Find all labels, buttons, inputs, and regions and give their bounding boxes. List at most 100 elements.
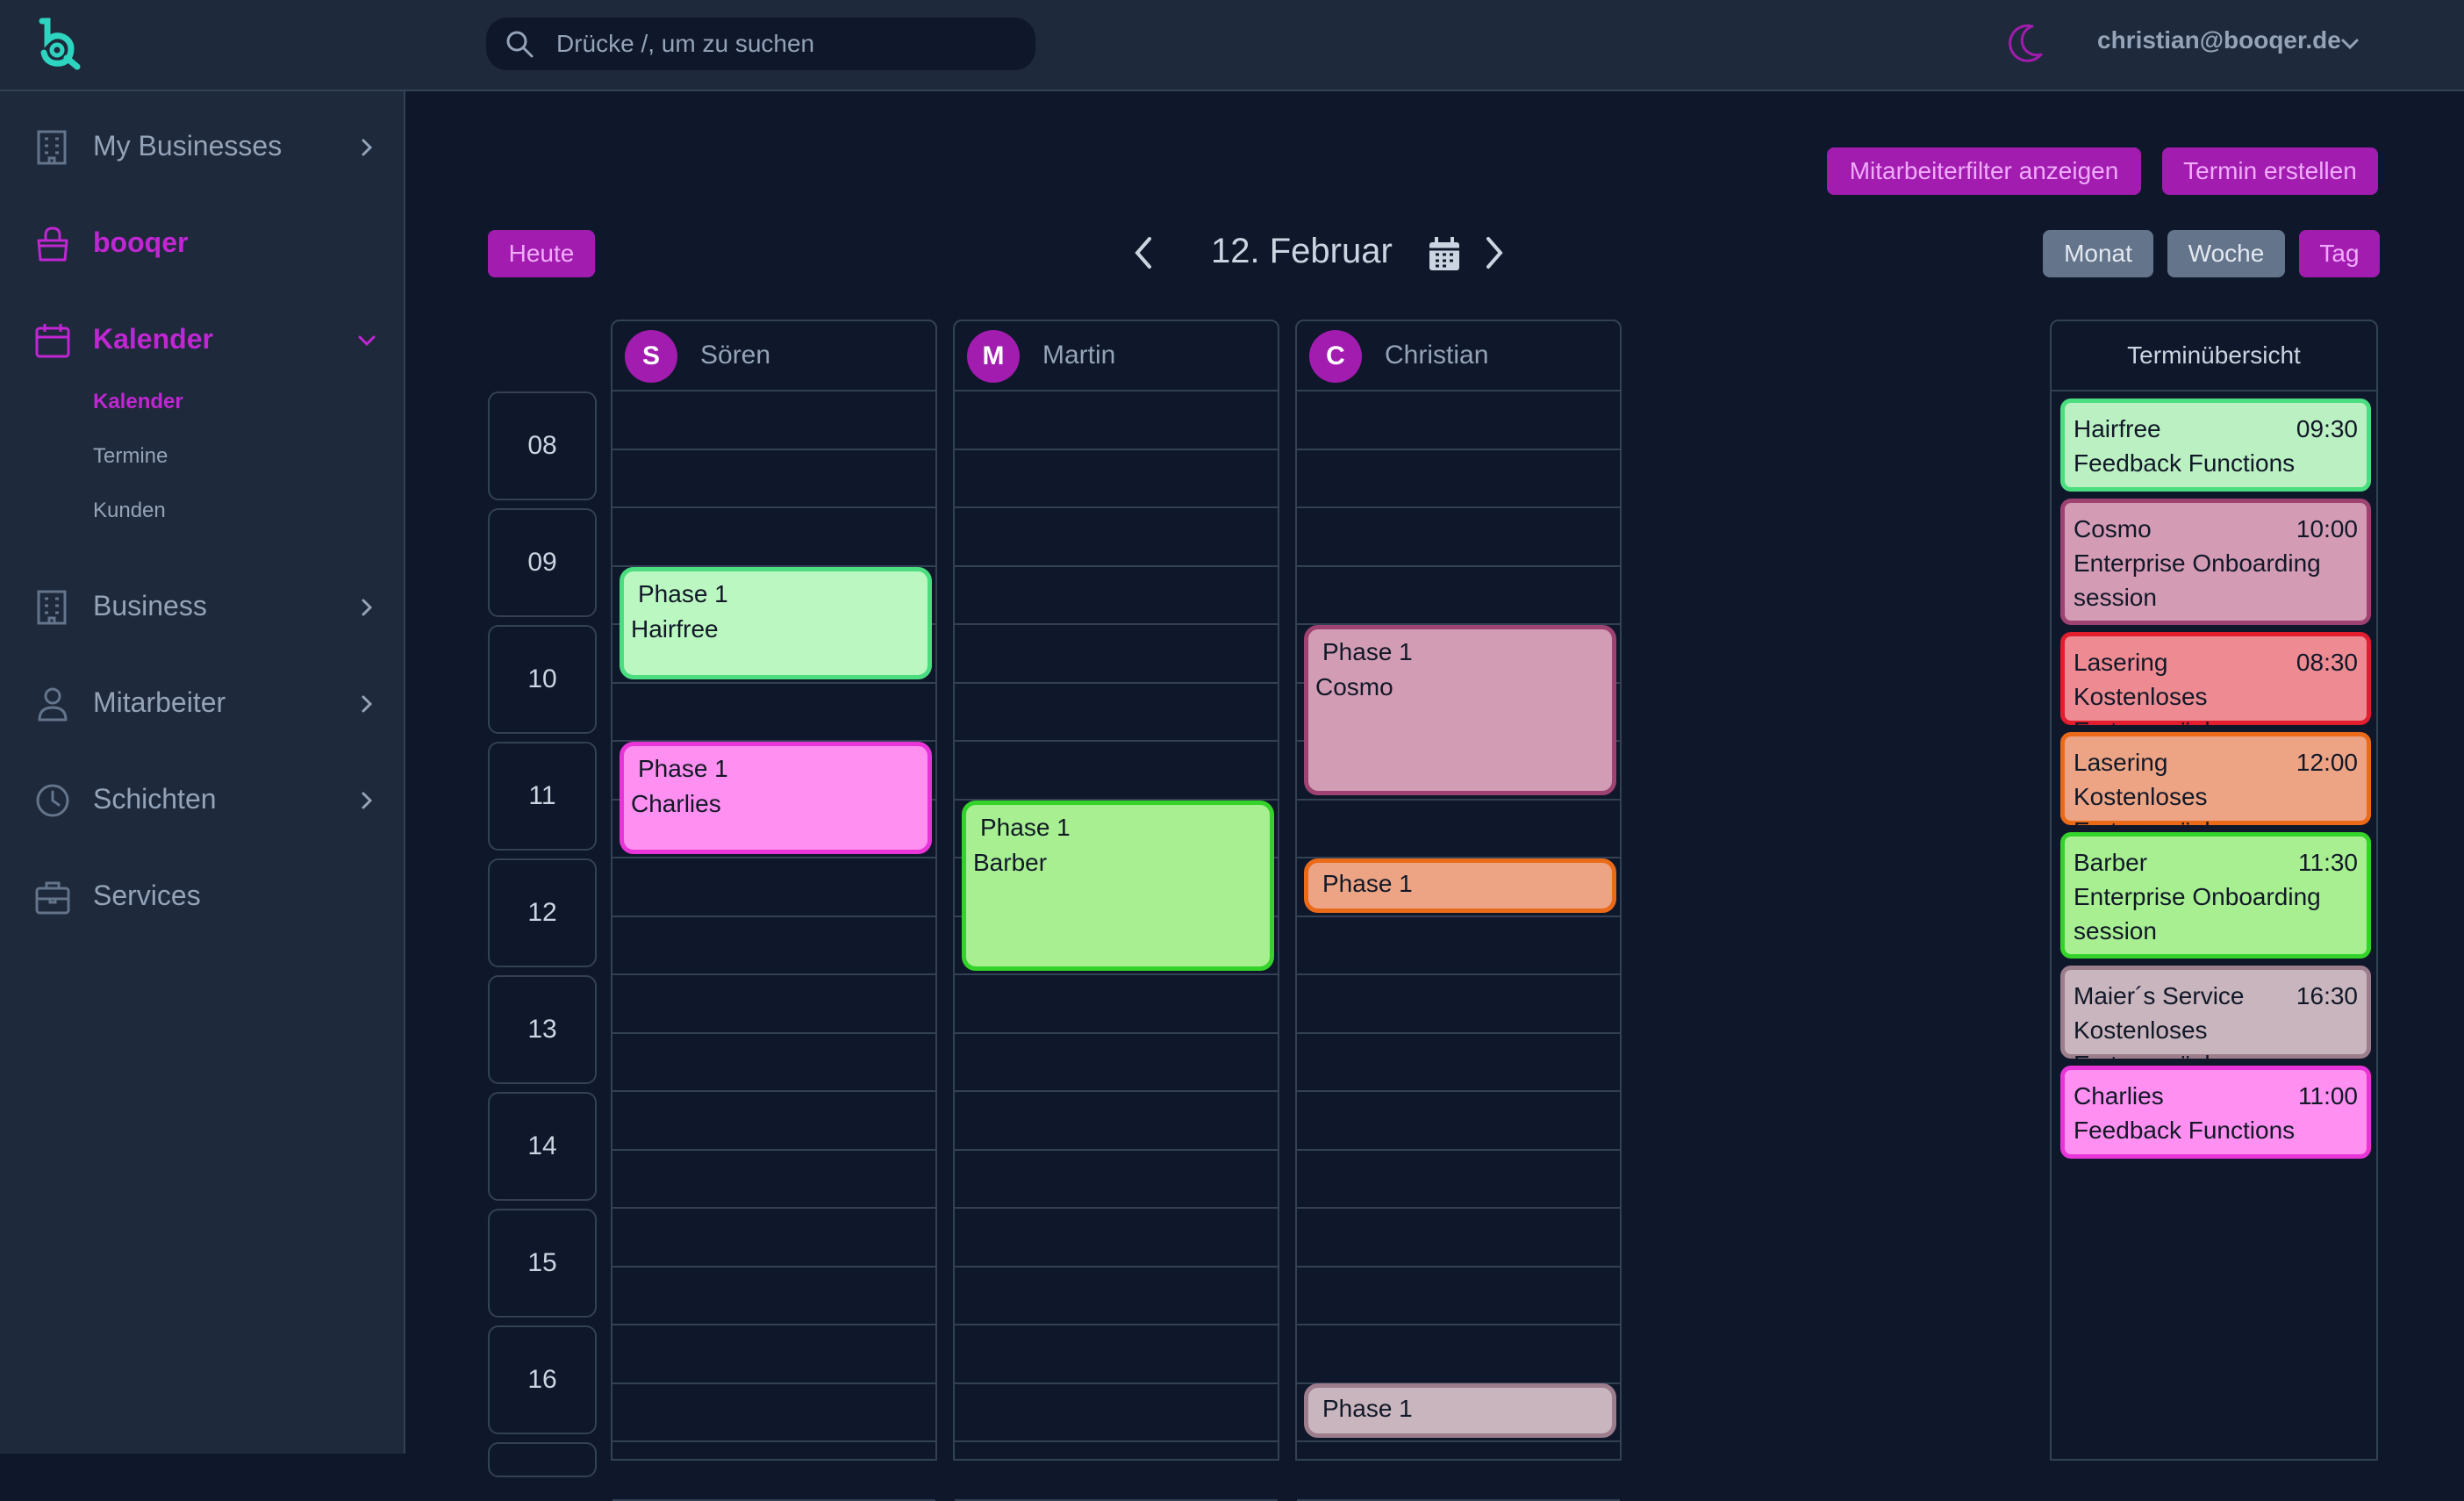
sidebar-item-booqer[interactable]: booqer <box>0 207 404 277</box>
time-slot-line <box>612 1324 935 1325</box>
overview-card[interactable]: Hairfree 09:30 Feedback Functions <box>2060 399 2371 492</box>
time-slot-line <box>612 1148 935 1151</box>
create-appointment-button[interactable]: Termin erstellen <box>2162 147 2378 195</box>
time-slot-line <box>612 1498 935 1501</box>
chevron-down-icon[interactable] <box>2338 32 2362 56</box>
calendar-event[interactable]: Phase 1 Hairfree <box>620 567 932 679</box>
sidebar-item-services[interactable]: Services <box>0 860 404 930</box>
card-name: Barber <box>2074 849 2148 876</box>
user-icon <box>38 687 68 722</box>
hour-label: 14 <box>488 1092 597 1201</box>
column-header: C Christian <box>1297 321 1620 391</box>
card-name: Lasering <box>2074 649 2168 676</box>
sidebar-item-my-businesses[interactable]: My Businesses <box>0 111 404 181</box>
hour-label: 16 <box>488 1325 597 1434</box>
current-date: 12. Februar <box>1211 232 1393 270</box>
sidebar: My Businesses booqer Kalender Kalender T… <box>0 91 405 1454</box>
sidebar-item-label: booqer <box>93 226 189 258</box>
chevron-right-icon[interactable] <box>1476 233 1511 272</box>
time-slot-line <box>612 1090 935 1092</box>
column-header: S Sören <box>612 321 935 391</box>
sidebar-item-kalender[interactable]: Kalender <box>0 304 404 374</box>
sidebar-item-schichten[interactable]: Schichten <box>0 764 404 834</box>
card-description: Feedback Functions <box>2074 449 2296 477</box>
hour-label: 08 <box>488 391 597 500</box>
view-week-button[interactable]: Woche <box>2167 230 2285 277</box>
booqer-logo-icon[interactable] <box>35 18 84 70</box>
avatar: M <box>967 330 1020 383</box>
employee-filter-button[interactable]: Mitarbeiterfilter anzeigen <box>1827 147 2141 195</box>
hour-label: 13 <box>488 975 597 1084</box>
chevron-left-icon[interactable] <box>1127 233 1162 272</box>
moon-icon[interactable] <box>2006 23 2045 65</box>
card-description: Enterprise Onboarding session <box>2074 549 2321 611</box>
calendar-event[interactable]: Phase 1 Barber <box>962 801 1274 971</box>
overview-card[interactable]: Charlies 11:00 Feedback Functions <box>2060 1066 2371 1159</box>
time-slot-line <box>612 1440 935 1442</box>
today-button[interactable]: Heute <box>488 230 595 277</box>
time-slot-line <box>955 973 1278 975</box>
employee-name: Christian <box>1385 341 1489 370</box>
event-phase: Phase 1 <box>1322 638 1413 665</box>
time-slot-line <box>955 506 1278 508</box>
view-day-button[interactable]: Tag <box>2299 230 2380 277</box>
card-time: 11:00 <box>2298 1082 2358 1110</box>
hour-label: 15 <box>488 1209 597 1318</box>
clock-icon <box>36 784 69 817</box>
time-slot-line <box>955 1265 1278 1268</box>
time-slot-line <box>1297 1498 1620 1501</box>
time-slot-line <box>612 857 935 858</box>
card-description: Feedback Functions <box>2074 1117 2296 1144</box>
card-time: 11:30 <box>2298 849 2358 876</box>
avatar: C <box>1309 330 1362 383</box>
calendar-event[interactable]: Phase 1 Charlies <box>620 742 932 854</box>
calendar-picker-icon[interactable] <box>1427 235 1462 274</box>
time-slot-line <box>955 1207 1278 1209</box>
sidebar-item-mitarbeiter[interactable]: Mitarbeiter <box>0 667 404 737</box>
calendar-event[interactable]: Phase 1 <box>1304 1383 1616 1438</box>
overview-card[interactable]: Cosmo 10:00 Enterprise Onboarding sessio… <box>2060 499 2371 625</box>
time-slot-line <box>955 740 1278 742</box>
search-icon <box>506 31 534 58</box>
time-slot-line <box>955 1382 1278 1384</box>
employee-column-soeren: S Sören <box>611 320 937 1501</box>
card-name: Lasering <box>2074 749 2168 776</box>
card-time: 10:00 <box>2296 515 2358 542</box>
overview-card[interactable]: Lasering 08:30 Kostenloses Erstgespräch <box>2060 632 2371 744</box>
view-month-button[interactable]: Monat <box>2043 230 2153 277</box>
time-slot-line <box>1297 973 1620 975</box>
event-phase: Phase 1 <box>980 814 1071 841</box>
avatar: S <box>625 330 677 383</box>
search-bar[interactable]: Drücke /, um zu suchen <box>486 18 1035 70</box>
time-slot-line <box>1297 1440 1620 1442</box>
sidebar-subitem-kalender[interactable]: Kalender <box>93 390 183 414</box>
sidebar-item-business[interactable]: Business <box>0 571 404 641</box>
calendar-event[interactable]: Phase 1 <box>1304 858 1616 913</box>
calendar-event[interactable]: Phase 1 Cosmo <box>1304 625 1616 795</box>
column-header: M Martin <box>955 321 1278 391</box>
card-time: 12:00 <box>2296 749 2358 776</box>
time-slot-line <box>612 448 935 450</box>
time-slot-line <box>1297 506 1620 508</box>
sidebar-subitem-kunden[interactable]: Kunden <box>93 499 166 523</box>
chevron-right-icon <box>362 695 373 713</box>
overview-card[interactable]: Barber 11:30 Enterprise Onboarding sessi… <box>2060 832 2371 959</box>
overview-card[interactable]: Lasering 12:00 Kostenloses Erstgespräch <box>2060 732 2371 844</box>
time-slot-line <box>955 1324 1278 1325</box>
chevron-down-icon <box>358 335 376 347</box>
overview-card[interactable]: Maier´s Service 16:30 Kostenloses Erstge… <box>2060 966 2371 1078</box>
event-client: Cosmo <box>1315 673 1393 700</box>
sidebar-item-label: Business <box>93 590 207 621</box>
sidebar-subitem-termine[interactable]: Termine <box>93 444 168 469</box>
time-slot-line <box>955 1498 1278 1501</box>
search-placeholder[interactable]: Drücke /, um zu suchen <box>556 30 814 58</box>
time-slot-line <box>612 1382 935 1384</box>
card-name: Hairfree <box>2074 415 2161 442</box>
time-slot-line <box>612 1207 935 1209</box>
time-slot-line <box>955 448 1278 450</box>
card-time: 08:30 <box>2296 649 2358 676</box>
event-client: Barber <box>973 849 1048 876</box>
hour-label: 12 <box>488 858 597 967</box>
card-time: 09:30 <box>2296 415 2358 442</box>
user-email[interactable]: christian@booqer.de <box>2097 26 2341 54</box>
